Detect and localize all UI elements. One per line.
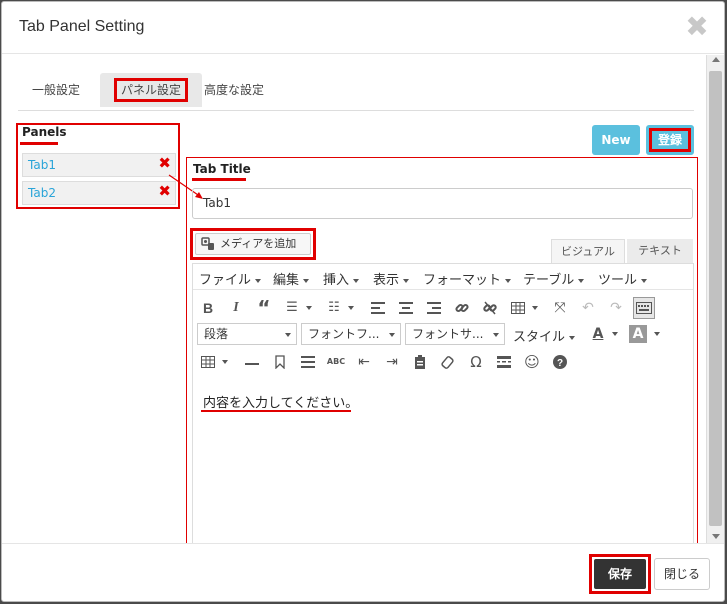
scroll-down-icon[interactable] <box>712 534 720 539</box>
scroll-thumb[interactable] <box>709 71 722 526</box>
add-media-label: メディアを追加 <box>220 237 297 250</box>
font-family-select[interactable]: フォントフ... <box>301 323 401 345</box>
dialog-body: 一般設定 パネル設定 高度な設定 Panels Tab1 ✖ Tab2 ✖ Ne… <box>2 55 707 543</box>
tab-advanced-settings[interactable]: 高度な設定 <box>190 73 278 107</box>
mode-tab-text[interactable]: テキスト <box>627 239 693 263</box>
menu-edit[interactable]: 編集 <box>273 269 310 288</box>
settings-tabs: 一般設定 パネル設定 高度な設定 <box>18 71 694 111</box>
svg-text:?: ? <box>557 358 563 369</box>
toolbar-row-2: 段落 フォントフ... フォントサ... スタイル A A <box>193 320 693 348</box>
add-media-button[interactable]: メディアを追加 <box>195 233 311 255</box>
toolbar-toggle-icon[interactable] <box>633 297 655 319</box>
page-break-icon[interactable] <box>493 351 515 373</box>
table-icon[interactable] <box>197 351 219 373</box>
mode-tab-visual[interactable]: ビジュアル <box>551 239 625 263</box>
text-color-dropdown-icon[interactable] <box>609 323 621 345</box>
emoticon-icon[interactable]: ☺ <box>521 351 543 373</box>
new-panel-button[interactable]: New <box>592 125 640 155</box>
toolbar-row-3: ABC ⇤ ⇥ Ω ☺ ? <box>193 348 693 376</box>
tab-panel-settings[interactable]: パネル設定 <box>100 73 203 107</box>
bold-icon[interactable]: B <box>197 297 219 319</box>
tab-title-underline <box>192 178 246 181</box>
save-button-highlight: 保存 <box>589 554 651 594</box>
bullet-list-icon[interactable]: ☰ <box>281 297 303 319</box>
paste-text-icon[interactable] <box>409 351 431 373</box>
delete-icon[interactable]: ✖ <box>158 154 171 172</box>
editor-content-area[interactable]: 内容を入力してください。 <box>193 378 693 543</box>
text-color-icon[interactable]: A <box>587 323 609 345</box>
menu-format[interactable]: フォーマット <box>423 269 512 288</box>
numbered-list-dropdown-icon[interactable] <box>345 297 357 319</box>
font-size-select[interactable]: フォントサ... <box>405 323 505 345</box>
media-icon <box>201 237 214 250</box>
indent-icon[interactable]: ⇥ <box>381 351 403 373</box>
align-left-icon[interactable] <box>367 297 389 319</box>
blockquote-icon[interactable]: “ <box>253 297 275 319</box>
strikethrough-icon[interactable]: ABC <box>325 351 347 373</box>
panels-label-underline <box>20 142 58 145</box>
dialog-title: Tab Panel Setting <box>19 18 145 35</box>
dialog-scrollbar[interactable] <box>706 55 724 543</box>
panel-item-tab2[interactable]: Tab2 ✖ <box>22 181 176 205</box>
fullscreen-icon[interactable]: ⤧ <box>549 297 571 319</box>
panel-item-tab1[interactable]: Tab1 ✖ <box>22 153 176 177</box>
align-center-icon[interactable] <box>395 297 417 319</box>
scroll-up-icon[interactable] <box>712 57 720 62</box>
close-button[interactable]: 閉じる <box>654 558 710 590</box>
background-color-dropdown-icon[interactable] <box>651 323 663 345</box>
menu-view[interactable]: 表示 <box>373 269 410 288</box>
style-menu[interactable]: スタイル <box>513 326 576 345</box>
align-right-icon[interactable] <box>423 297 445 319</box>
link-icon[interactable] <box>451 297 473 319</box>
save-button[interactable]: 保存 <box>594 559 646 589</box>
outdent-icon[interactable]: ⇤ <box>353 351 375 373</box>
toolbar-row-1: B I “ ☰ ☷ ⤧ ↶ ↷ <box>193 294 693 322</box>
register-button-label: 登録 <box>649 128 691 152</box>
special-character-icon[interactable]: Ω <box>465 351 487 373</box>
rich-text-editor: ファイル 編集 挿入 表示 フォーマット テーブル ツール B I “ ☰ ☷ <box>192 263 694 543</box>
dialog-titlebar: Tab Panel Setting ✖ <box>2 2 724 54</box>
tab-general-settings[interactable]: 一般設定 <box>18 73 94 107</box>
add-media-highlight: メディアを追加 <box>190 228 316 260</box>
unlink-icon[interactable] <box>479 297 501 319</box>
menu-file[interactable]: ファイル <box>199 269 262 288</box>
panel-editor: Tab Title Tab1 メディアを追加 ビジュアル テキスト ファイル 編… <box>186 157 698 543</box>
editor-content-underline <box>201 410 351 412</box>
panel-item-label[interactable]: Tab1 <box>28 158 56 172</box>
editor-menubar: ファイル 編集 挿入 表示 フォーマット テーブル ツール <box>193 264 693 290</box>
paragraph-format-select[interactable]: 段落 <box>197 323 297 345</box>
menu-tools[interactable]: ツール <box>598 269 648 288</box>
panel-item-label[interactable]: Tab2 <box>28 186 56 200</box>
tab-title-input[interactable]: Tab1 <box>192 188 693 219</box>
menu-table[interactable]: テーブル <box>523 269 585 288</box>
panels-label: Panels <box>22 125 67 139</box>
italic-icon[interactable]: I <box>225 297 247 319</box>
dialog-footer: 保存 閉じる <box>2 543 724 601</box>
tab-panel-settings-label: パネル設定 <box>114 78 189 102</box>
horizontal-rule-icon[interactable] <box>241 351 263 373</box>
tab-panel-setting-dialog: Tab Panel Setting ✖ 一般設定 パネル設定 高度な設定 Pan… <box>1 1 725 602</box>
register-button[interactable]: 登録 <box>646 125 694 155</box>
bookmark-icon[interactable] <box>269 351 291 373</box>
redo-icon[interactable]: ↷ <box>605 297 627 319</box>
tab-title-label: Tab Title <box>193 162 251 176</box>
clear-format-icon[interactable] <box>437 351 459 373</box>
editor-content-text[interactable]: 内容を入力してください。 <box>203 392 358 411</box>
table-dropdown-icon[interactable] <box>529 297 541 319</box>
table-icon[interactable] <box>507 297 529 319</box>
help-icon[interactable]: ? <box>549 351 571 373</box>
panels-list: Panels Tab1 ✖ Tab2 ✖ <box>16 123 180 209</box>
undo-icon[interactable]: ↶ <box>577 297 599 319</box>
table-dropdown-icon[interactable] <box>219 351 231 373</box>
background-color-icon[interactable]: A <box>629 325 647 343</box>
bullet-list-dropdown-icon[interactable] <box>303 297 315 319</box>
justify-icon[interactable] <box>297 351 319 373</box>
menu-insert[interactable]: 挿入 <box>323 269 360 288</box>
numbered-list-icon[interactable]: ☷ <box>323 297 345 319</box>
close-icon[interactable]: ✖ <box>684 13 710 41</box>
